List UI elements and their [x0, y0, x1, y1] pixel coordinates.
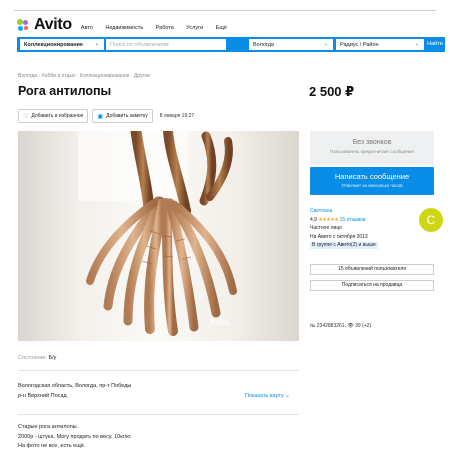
description-line-1: Старые рога антилопы. [18, 424, 79, 430]
seller-type: Частное лицо [310, 225, 342, 231]
listing-actions: ♡ Добавить в избранное ▣ Добавить заметк… [18, 109, 194, 123]
listing-photo[interactable]: Avito [18, 131, 299, 341]
seller-reviews-link[interactable]: 15 отзывов [340, 217, 366, 223]
chevron-down-icon: ⌄ [323, 41, 328, 47]
logo-text: Avito [34, 16, 72, 33]
description-line-2: 2000р - штука. Могу продать по весу. 10к… [18, 433, 132, 440]
rating-stars-icon: ★★★★★ [318, 216, 339, 223]
page-title: Рога антилопы [18, 84, 112, 98]
nav-jobs[interactable]: Работа [156, 25, 174, 31]
site-header: Avito Авто Недвижимость Работа Услуги Ещ… [17, 14, 437, 36]
avito-logo[interactable]: Avito [17, 16, 72, 34]
chevron-down-icon: ⌄ [414, 41, 419, 47]
logo-dots-icon [17, 18, 30, 32]
address: Вологодская область, Вологда, пр-т Побед… [18, 381, 131, 401]
chevron-down-icon: ⌄ [94, 41, 99, 47]
search-input[interactable]: Поиск по объявлениям [106, 39, 226, 50]
no-calls-title: Без звонков [352, 139, 392, 146]
ad-number-views: № 2342883261, 👁 39 (+2) [310, 323, 372, 329]
write-message-title: Написать сообщение [334, 172, 410, 181]
write-message-subtitle: Отвечает за несколько часов [341, 183, 403, 188]
top-divider [14, 10, 436, 11]
radius-value: Радиус / Район [340, 41, 379, 48]
main-nav: Авто Недвижимость Работа Услуги Ещё [81, 16, 235, 34]
find-button[interactable]: Найти [427, 39, 443, 50]
subscribe-button[interactable]: Подписаться на продавца [310, 280, 434, 291]
category-value: Коллекционирование [24, 41, 83, 48]
nav-realty[interactable]: Недвижимость [105, 25, 143, 31]
search-bar: Коллекционирование ⌄ Поиск по объявления… [17, 37, 445, 52]
note-icon: ▣ [97, 113, 104, 120]
antelope-horns-image [78, 131, 237, 336]
avatar[interactable]: С [419, 208, 443, 232]
add-note-button[interactable]: ▣ Добавить заметку [92, 109, 153, 123]
seller-rating-row: 4,9 ★★★★★ 15 отзывов [310, 216, 434, 225]
add-favorite-label: Добавить в избранное [31, 113, 84, 119]
heart-icon: ♡ [23, 113, 29, 120]
breadcrumb[interactable]: Вологда · Хобби и отдых · Коллекциониров… [18, 73, 150, 79]
condition-value: Б/у [48, 355, 57, 361]
add-note-label: Добавить заметку [106, 113, 148, 119]
seller-rating: 4,9 [310, 216, 317, 223]
watermark-logo: Avito [209, 318, 229, 327]
add-favorite-button[interactable]: ♡ Добавить в избранное [18, 109, 89, 123]
radius-select[interactable]: Радиус / Район ⌄ [336, 39, 424, 50]
seller-since: На Авито с октября 2013 [310, 233, 368, 240]
posted-date: 8 января 19:27 [159, 113, 195, 119]
nav-more[interactable]: Ещё [216, 25, 227, 31]
price: 2 500 ₽ [309, 84, 355, 99]
condition-label: Состояние: [18, 355, 47, 361]
city-select[interactable]: Вологда ⌄ [249, 39, 333, 50]
city-value: Вологда [253, 41, 274, 48]
seller-badge: В группе с Авито(2) и выше [310, 242, 378, 249]
description-line-3: На фото не все, есть ещё. [18, 443, 86, 449]
seller-name[interactable]: Светлана [310, 207, 434, 216]
nav-auto[interactable]: Авто [81, 25, 93, 31]
seller-info: Светлана 4,9 ★★★★★ 15 отзывов Частное ли… [310, 207, 434, 250]
divider [18, 414, 299, 415]
no-calls-notice: Без звонков Пользователь предпочитает со… [310, 131, 434, 165]
address-line-2: р-н Верхний Посад [18, 393, 67, 399]
show-map-link[interactable]: Показать карту ⌄ [245, 393, 290, 399]
divider [18, 370, 299, 371]
no-calls-subtitle: Пользователь предпочитает сообщения [330, 149, 414, 154]
address-line-1: Вологодская область, Вологда, пр-т Побед… [18, 383, 132, 389]
nav-services[interactable]: Услуги [186, 25, 203, 31]
seller-ads-button[interactable]: 15 объявлений пользователя [310, 264, 434, 275]
description: Старые рога антилопы. 2000р - штука. Мог… [18, 423, 131, 452]
condition-row: Состояние: Б/у [18, 355, 56, 361]
write-message-button[interactable]: Написать сообщение Отвечает за несколько… [310, 167, 434, 195]
category-select[interactable]: Коллекционирование ⌄ [20, 39, 104, 50]
